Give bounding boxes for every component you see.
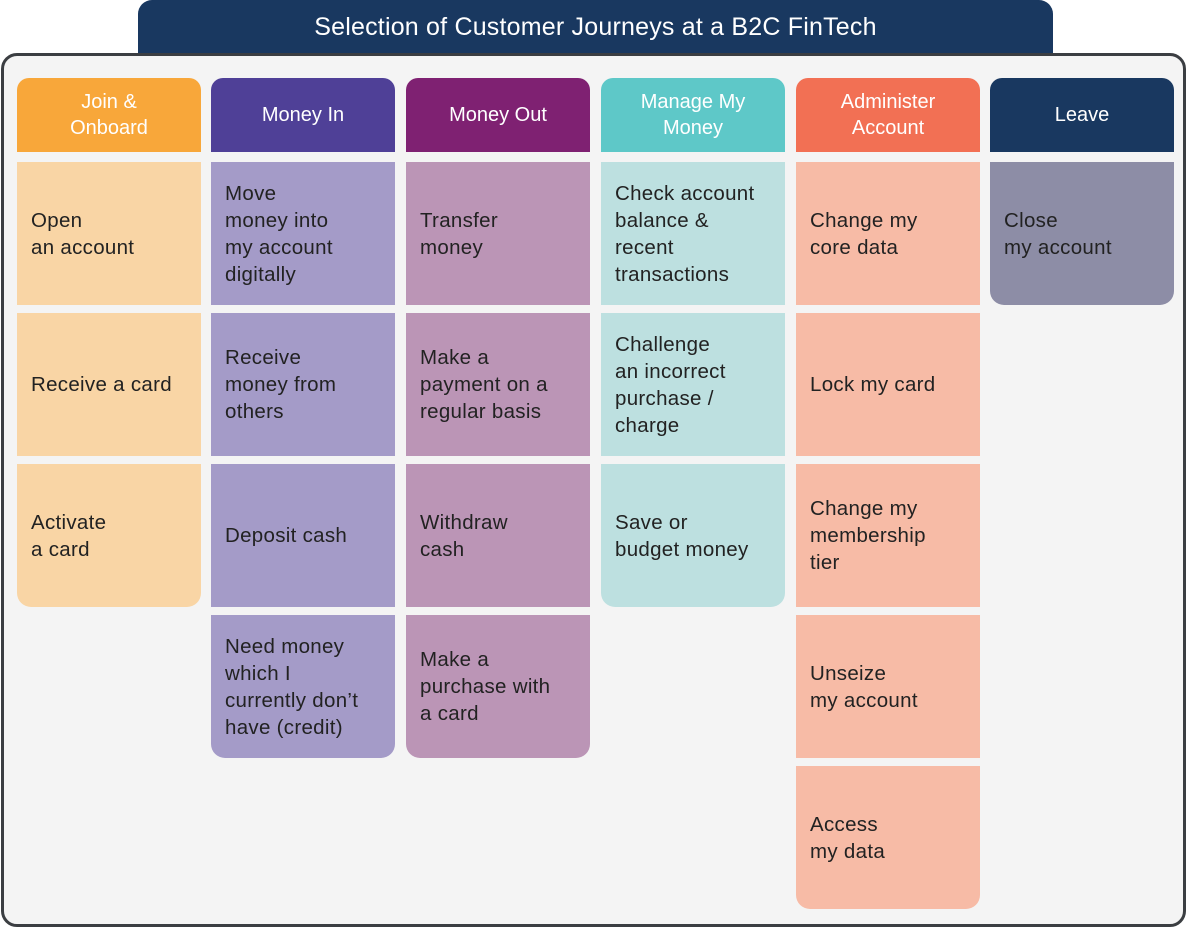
journey-card-list: Check account balance & recent transacti… (601, 162, 785, 607)
column-header: Administer Account (796, 78, 980, 152)
journey-card-list: Open an account Receive a card Activate a … (17, 162, 201, 607)
journey-card: Access my data (796, 766, 980, 909)
journey-column: Administer Account Change my core data Loc… (796, 78, 980, 917)
column-header: Money In (211, 78, 395, 152)
journey-card-list: Change my core data Lock my card Change my… (796, 162, 980, 909)
journey-card: Transfer money (406, 162, 590, 305)
journey-card: Lock my card (796, 313, 980, 456)
journey-card: Need money which I currently don’t have … (211, 615, 395, 758)
journey-column: Manage My Money Check account balance & r… (601, 78, 785, 615)
journey-card: Activate a card (17, 464, 201, 607)
journey-card: Challenge an incorrect purchase / charge (601, 313, 785, 456)
journey-card: Withdraw cash (406, 464, 590, 607)
journey-card-list: Close my account (990, 162, 1174, 305)
journey-column: Money Out Transfer money Make a payment on… (406, 78, 590, 766)
column-header: Join & Onboard (17, 78, 201, 152)
journey-column: Leave Close my account (990, 78, 1174, 313)
journey-card: Open an account (17, 162, 201, 305)
journey-card-list: Move money into my account digitally Rece… (211, 162, 395, 758)
column-header: Money Out (406, 78, 590, 152)
journey-card: Deposit cash (211, 464, 395, 607)
column-header: Manage My Money (601, 78, 785, 152)
journey-card: Receive a card (17, 313, 201, 456)
journey-column: Join & Onboard Open an account Receive a c… (17, 78, 201, 615)
journey-card: Make a purchase with a card (406, 615, 590, 758)
journey-card: Change my core data (796, 162, 980, 305)
diagram-title: Selection of Customer Journeys at a B2C … (138, 0, 1053, 54)
journey-card: Receive money from others (211, 313, 395, 456)
journey-card: Check account balance & recent transacti… (601, 162, 785, 305)
journey-card: Change my membership tier (796, 464, 980, 607)
column-header: Leave (990, 78, 1174, 152)
journey-card: Save or budget money (601, 464, 785, 607)
journey-card: Move money into my account digitally (211, 162, 395, 305)
journey-card: Unseize my account (796, 615, 980, 758)
journey-column: Money In Move money into my account digit… (211, 78, 395, 766)
journey-card-list: Transfer money Make a payment on a regula… (406, 162, 590, 758)
journey-card: Close my account (990, 162, 1174, 305)
journey-card: Make a payment on a regular basis (406, 313, 590, 456)
